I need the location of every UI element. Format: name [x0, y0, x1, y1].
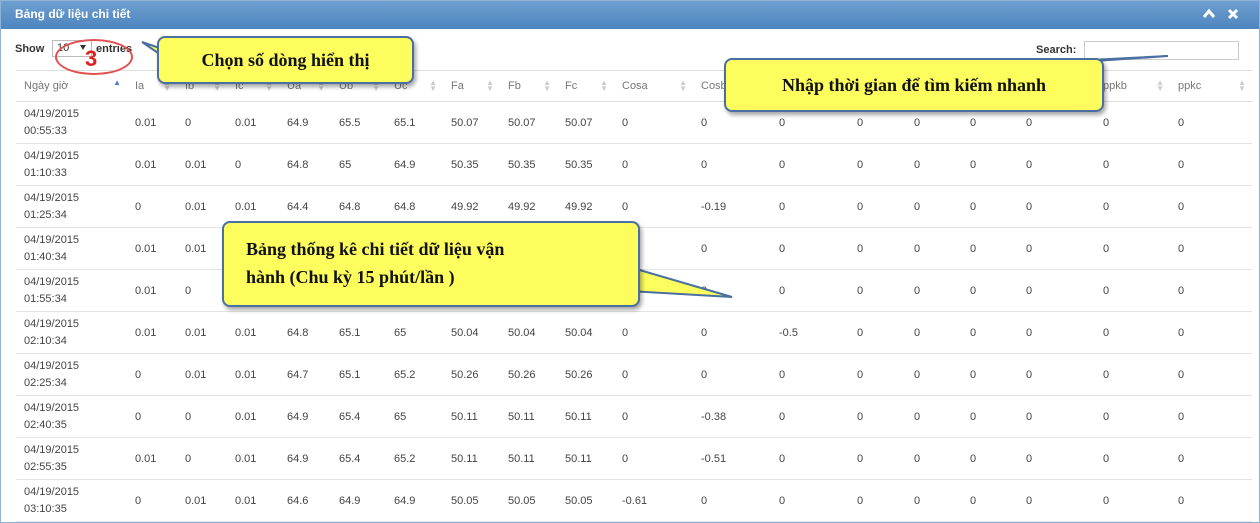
callout-line-1: Bảng thống kê chi tiết dữ liệu vận — [246, 239, 505, 259]
step-badge: 3 — [55, 39, 133, 75]
callout-search-hint: Nhập thời gian để tìm kiếm nhanh — [724, 58, 1104, 112]
callout-line-2: hành (Chu kỳ 15 phút/lần ) — [246, 267, 455, 287]
callout-table-description: Bảng thống kê chi tiết dữ liệu vận hành … — [222, 221, 640, 307]
callout-choose-rows: Chọn số dòng hiển thị — [157, 36, 414, 84]
step-number: 3 — [85, 46, 98, 71]
